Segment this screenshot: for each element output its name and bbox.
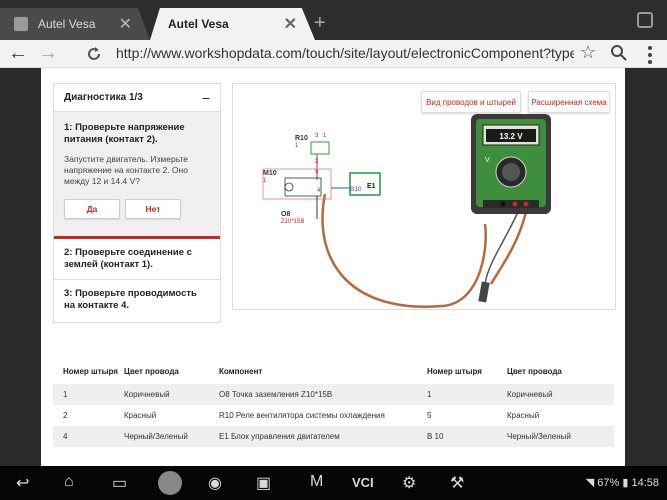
clock: 14:58 xyxy=(631,477,659,489)
red-jack-2 xyxy=(523,201,529,207)
remote-icon[interactable]: ⚙ xyxy=(402,473,416,493)
battery-level: 67% xyxy=(597,477,620,489)
black-jack xyxy=(500,201,506,207)
pin-table: Номер штыря Цвет провода Компонент Номер… xyxy=(53,358,614,447)
battery-icon: ▮ xyxy=(622,477,629,489)
diagnostic-panel: Диагностика 1/3 − 1: Проверьте напряжени… xyxy=(53,83,221,323)
m10-sub-label: 1 xyxy=(263,178,267,184)
o8-label: O8 xyxy=(281,211,290,218)
reload-icon[interactable] xyxy=(86,46,102,62)
o8-sub-label: Z10*15B xyxy=(281,219,304,225)
e1-label: E1 xyxy=(367,183,376,190)
no-button[interactable]: Нет xyxy=(125,199,181,219)
m10-box xyxy=(284,177,322,197)
probe-tip xyxy=(478,281,490,303)
new-tab-icon[interactable]: + xyxy=(314,12,326,35)
fan-motor-icon xyxy=(284,182,294,192)
table-row: 2 Красный R10 Реле вентилятора системы о… xyxy=(63,411,540,420)
tab-title: Autel Vesa xyxy=(38,17,96,31)
star-icon[interactable]: ☆ xyxy=(580,42,596,63)
r10-sub-label: 1 xyxy=(295,143,299,149)
menu-icon[interactable] xyxy=(648,46,652,67)
panel-title: Диагностика 1/3 xyxy=(64,92,143,103)
svg-text:1: 1 xyxy=(323,133,327,139)
vci-icon[interactable]: VCI xyxy=(352,475,374,490)
home-icon[interactable]: ⌂ xyxy=(64,473,74,491)
diagram-svg: R10 1 3 1 2 5 M10 1 4 O8 Z10*15B B10 E1 xyxy=(262,114,551,308)
collapse-icon[interactable]: − xyxy=(202,90,210,106)
wifi-icon: ◥ xyxy=(585,477,595,489)
red-probe-wire xyxy=(321,193,487,308)
meter-knob xyxy=(502,163,520,181)
table-row: 1 Коричневый O8 Точка заземления Z10*15B… xyxy=(53,384,614,405)
page-content: Диагностика 1/3 − 1: Проверьте напряжени… xyxy=(41,68,625,466)
b10-label: B10 xyxy=(350,186,362,193)
recent-apps-icon[interactable]: ▭ xyxy=(112,473,127,493)
panel-header: Диагностика 1/3 − xyxy=(54,84,220,112)
tab-autel-vesa-1[interactable]: Autel Vesa ✕ xyxy=(0,8,150,40)
table-row: 4 Черный/Зеленый E1 Блок управления двиг… xyxy=(53,426,614,447)
step-1-title: 1: Проверьте напряжение питания (контакт… xyxy=(64,122,185,145)
tab-title: Autel Vesa xyxy=(168,17,229,31)
wiring-diagram: Вид проводов и штырей Расширенная схема … xyxy=(232,83,616,310)
meter-unit-label: V xyxy=(485,157,490,164)
r10-box xyxy=(310,141,330,155)
browser-icon[interactable] xyxy=(158,471,182,495)
settings-icon[interactable]: ⚒ xyxy=(450,473,464,493)
r10-label: R10 xyxy=(295,135,308,142)
browser-toolbar: ← → http://www.workshopdata.com/touch/si… xyxy=(0,40,667,68)
multimeter: 13.2 V V xyxy=(471,114,551,214)
camera-icon[interactable]: ◉ xyxy=(208,473,222,493)
back-icon[interactable]: ↩ xyxy=(16,473,29,493)
svg-text:3: 3 xyxy=(315,133,319,139)
meter-reading: 13.2 V xyxy=(499,132,523,141)
m10-label: M10 xyxy=(263,170,277,177)
tab-autel-vesa-2[interactable]: Autel Vesa ✕ xyxy=(150,8,315,40)
red-jack xyxy=(512,201,518,207)
maxifix-icon[interactable]: M xyxy=(310,473,323,491)
back-arrow-icon[interactable]: ← xyxy=(8,42,28,65)
address-bar[interactable]: http://www.workshopdata.com/touch/site/l… xyxy=(116,45,574,61)
close-icon[interactable]: ✕ xyxy=(119,14,132,34)
forward-arrow-icon[interactable]: → xyxy=(38,42,58,65)
tab-switcher-icon[interactable] xyxy=(637,12,653,28)
step-1: 1: Проверьте напряжение питания (контакт… xyxy=(54,112,220,239)
step-1-text: Запустите двигатель. Измерьте напряжение… xyxy=(64,154,189,186)
search-icon[interactable] xyxy=(610,44,628,62)
status-area: ◥ 67% ▮ 14:58 xyxy=(586,476,659,489)
red-lead-wire xyxy=(489,211,528,285)
svg-text:4: 4 xyxy=(317,188,321,194)
tab-strip: Autel Vesa ✕ Autel Vesa ✕ + xyxy=(0,0,667,40)
step-2[interactable]: 2: Проверьте соединение с землей (контак… xyxy=(54,239,220,280)
system-bar: ↩ ⌂ ▭ ◉ ▣ M VCI ⚙ ⚒ ◥ 67% ▮ 14:58 xyxy=(0,466,667,500)
table-header-row: Номер штыря Цвет провода Компонент Номер… xyxy=(63,366,562,376)
yes-button[interactable]: Да xyxy=(64,199,120,219)
page-icon xyxy=(14,17,28,31)
gallery-icon[interactable]: ▣ xyxy=(256,473,271,493)
meter-jacks xyxy=(483,200,539,208)
close-icon[interactable]: ✕ xyxy=(284,14,297,34)
step-3[interactable]: 3: Проверьте проводимость на контакте 4. xyxy=(54,280,220,320)
